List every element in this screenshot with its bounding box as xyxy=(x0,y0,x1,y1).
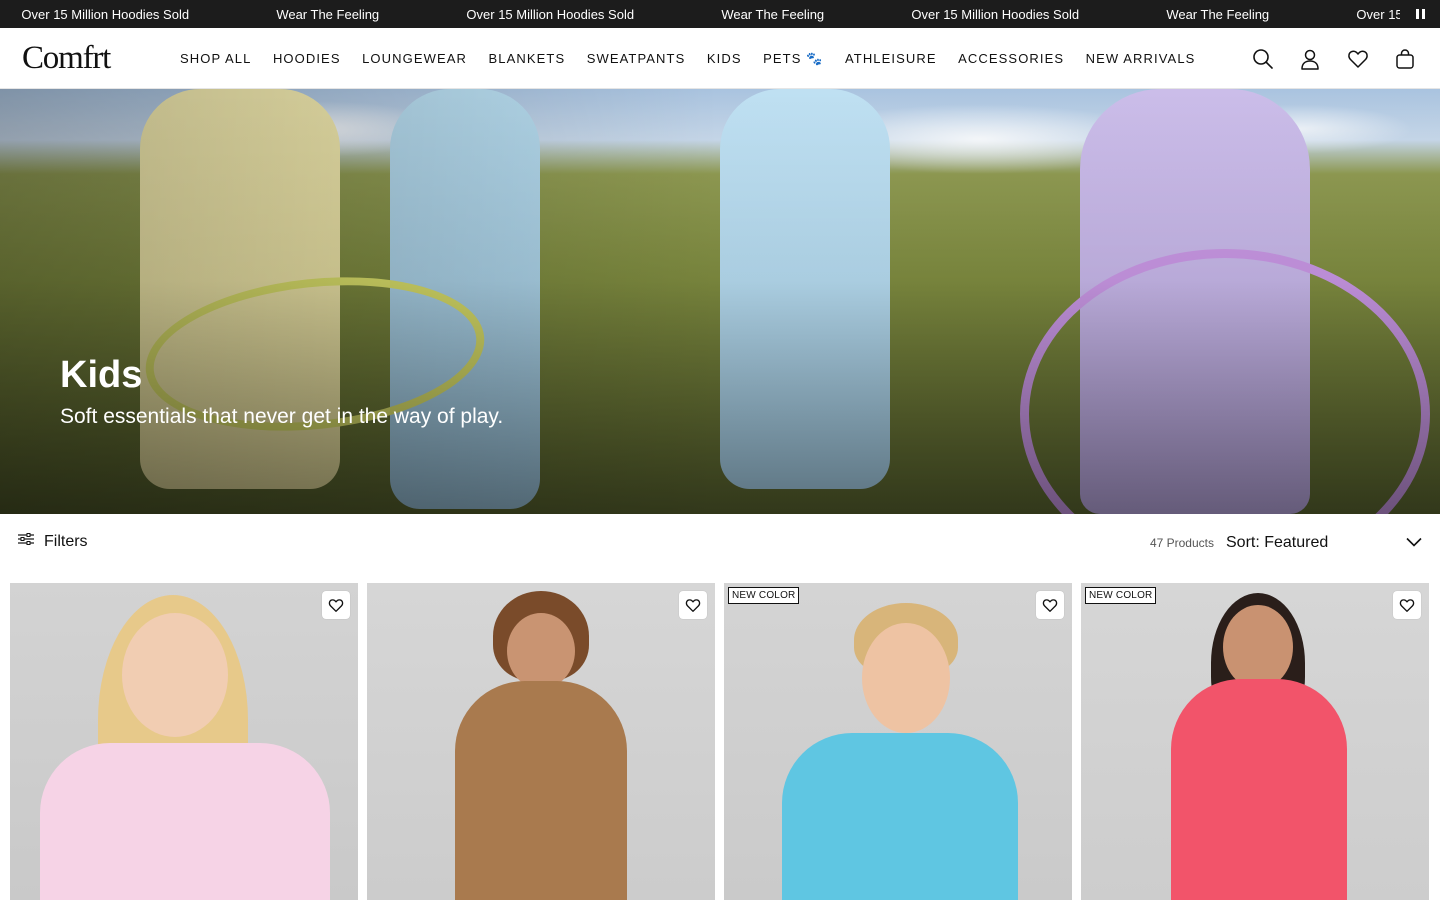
filters-button[interactable]: Filters xyxy=(18,532,88,551)
nav-item-hoodies[interactable]: HOODIES xyxy=(273,51,341,66)
product-image[interactable] xyxy=(10,583,358,900)
nav-item-loungewear[interactable]: LOUNGEWEAR xyxy=(362,51,467,66)
wishlist-icon[interactable] xyxy=(1345,46,1371,72)
product-model-face xyxy=(507,613,575,689)
chevron-down-icon xyxy=(1406,534,1422,552)
product-model-face xyxy=(122,613,228,737)
nav-item-blankets[interactable]: BLANKETS xyxy=(489,51,566,66)
new-color-badge: NEW COLOR xyxy=(1085,587,1157,604)
announcement-text: Over 15 Million Hoodies Sold xyxy=(911,6,1080,22)
product-card[interactable] xyxy=(10,583,358,900)
product-model-garment xyxy=(455,681,627,900)
cart-icon[interactable] xyxy=(1392,46,1418,72)
sort-label: Sort: Featured xyxy=(1226,534,1329,551)
page-title: Kids xyxy=(60,354,143,396)
main-nav: SHOP ALL HOODIES LOUNGEWEAR BLANKETS SWE… xyxy=(180,28,1217,89)
wishlist-heart-icon[interactable] xyxy=(1036,591,1064,619)
announcement-text: Wear The Feeling xyxy=(721,6,825,22)
sort-dropdown[interactable]: Sort: Featured xyxy=(1226,528,1422,558)
announcement-track: Over 15 Million Hoodies Sold Wear The Fe… xyxy=(0,0,1440,28)
product-image[interactable] xyxy=(724,583,1072,900)
logo[interactable]: Comfrt xyxy=(22,40,111,77)
nav-item-athleisure[interactable]: ATHLEISURE xyxy=(845,51,937,66)
product-model-garment xyxy=(40,743,330,900)
nav-item-sweatpants[interactable]: SWEATPANTS xyxy=(587,51,686,66)
nav-item-shop-all[interactable]: SHOP ALL xyxy=(180,51,251,66)
announcement-text: Wear The Feeling xyxy=(1166,6,1270,22)
product-model-garment xyxy=(782,733,1018,900)
product-card[interactable]: NEW COLOR xyxy=(1081,583,1429,900)
announcement-text: Over 15 Million Hoodies Sold xyxy=(466,6,635,22)
product-image[interactable] xyxy=(367,583,715,900)
nav-item-pets[interactable]: PETS 🐾 xyxy=(763,51,823,67)
filters-icon xyxy=(18,532,34,551)
pause-icon xyxy=(1415,9,1419,19)
pause-button[interactable] xyxy=(1400,0,1440,28)
product-card[interactable]: NEW COLOR xyxy=(724,583,1072,900)
wishlist-heart-icon[interactable] xyxy=(322,591,350,619)
product-model-face xyxy=(862,623,950,733)
pause-icon-bar xyxy=(1421,9,1425,19)
product-model-face xyxy=(1223,605,1293,689)
collection-toolbar: Filters 47 Products Sort: Featured xyxy=(0,514,1440,572)
announcement-text: Wear The Feeling xyxy=(276,6,380,22)
nav-item-kids[interactable]: KIDS xyxy=(707,51,742,66)
search-icon[interactable] xyxy=(1250,46,1276,72)
filters-label: Filters xyxy=(44,532,88,550)
hero-subtitle: Soft essentials that never get in the wa… xyxy=(60,405,504,428)
nav-item-accessories[interactable]: ACCESSORIES xyxy=(958,51,1064,66)
nav-item-new-arrivals[interactable]: NEW ARRIVALS xyxy=(1086,51,1196,66)
wishlist-heart-icon[interactable] xyxy=(1393,591,1421,619)
wishlist-heart-icon[interactable] xyxy=(679,591,707,619)
account-icon[interactable] xyxy=(1297,46,1323,72)
announcement-bar: Over 15 Million Hoodies Sold Wear The Fe… xyxy=(0,0,1440,28)
product-count: 47 Products xyxy=(1149,536,1214,550)
hero-banner: Kids Soft essentials that never get in t… xyxy=(0,89,1440,514)
header-icons xyxy=(1228,28,1418,89)
product-card[interactable] xyxy=(367,583,715,900)
hero-overlay xyxy=(0,89,1440,514)
product-grid: NEW COLOR NEW COLOR xyxy=(10,583,1430,900)
announcement-text: Over 15 Million Hoodies Sold xyxy=(21,6,190,22)
site-header: Comfrt SHOP ALL HOODIES LOUNGEWEAR BLANK… xyxy=(0,28,1440,89)
product-image[interactable] xyxy=(1081,583,1429,900)
product-model-garment xyxy=(1171,679,1347,900)
new-color-badge: NEW COLOR xyxy=(728,587,800,604)
